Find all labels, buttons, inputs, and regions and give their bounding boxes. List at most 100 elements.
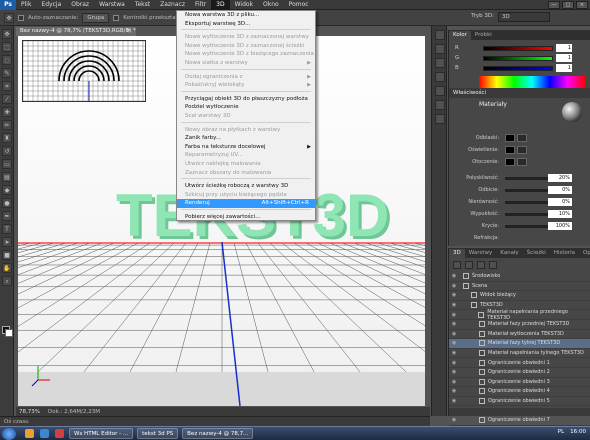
shape-tool[interactable]: ■ (2, 250, 12, 260)
menu-8[interactable]: Widok (230, 0, 258, 10)
zoom-level[interactable]: 78,73% (19, 409, 40, 415)
color-swatch[interactable] (505, 158, 515, 166)
folder-icon[interactable] (25, 429, 34, 438)
visibility-eye-icon[interactable]: ◉ (449, 369, 459, 375)
tab-color[interactable]: Kolor (449, 31, 471, 40)
visibility-eye-icon[interactable]: ◉ (449, 379, 459, 385)
menu-6[interactable]: Filtr (190, 0, 211, 10)
taskbar-task[interactable]: Ws HTML Editor - ... (69, 428, 134, 439)
auto-select-checkbox[interactable] (18, 14, 24, 21)
adjustments-panel-icon[interactable] (435, 86, 445, 96)
dodge-tool[interactable]: ● (2, 198, 12, 208)
blur-tool[interactable]: ◆ (2, 185, 12, 195)
color-swatch[interactable] (505, 134, 515, 142)
taskbar-task[interactable]: Bez nazwy-4 @ 78,7... (182, 428, 254, 439)
paragraph-panel-icon[interactable] (435, 72, 445, 82)
red-value[interactable]: 1 (556, 44, 572, 52)
visibility-eye-icon[interactable]: ◉ (449, 331, 459, 337)
scene-tree-item[interactable]: ◉ Scena (449, 282, 590, 292)
background-color-swatch[interactable] (5, 329, 13, 337)
scene-tree-item[interactable]: ◉ Materiał napełniania tylnego TEKST3D (449, 349, 590, 359)
secondary-view[interactable] (22, 40, 146, 102)
texture-swatch[interactable] (517, 158, 527, 166)
menu-3d-item[interactable]: Podziel wytłoczenie (177, 103, 315, 112)
mesh-filter-icon[interactable] (465, 261, 473, 269)
blue-value[interactable]: 1 (556, 64, 572, 72)
scene-tree-item[interactable]: ◉ Środowisko (449, 272, 590, 282)
scene-tree-item[interactable]: ◉ Materiał napełniania przedniego TEKST3D (449, 309, 590, 321)
scene-tree-item[interactable]: ◉ Materiał wytłoczenia TEKST3D (449, 330, 590, 340)
tab-4[interactable]: Historia (550, 249, 579, 258)
color-swatch[interactable] (505, 146, 515, 154)
scene-tree-item[interactable]: ◉ Materiał fazy przedniej TEKST3D (449, 320, 590, 330)
menu-3[interactable]: Warstwa (94, 0, 130, 10)
healing-tool[interactable]: ✚ (2, 107, 12, 117)
scene-tree-item[interactable]: ◉ Materiał fazy tylnej TEKST3D (449, 339, 590, 349)
menu-3d-item[interactable]: Nowa warstwa 3D z pliku... (177, 11, 315, 20)
menu-3d-item[interactable]: Farba na teksturze docelowej ▶ (177, 143, 315, 152)
texture-swatch[interactable] (517, 134, 527, 142)
scene-tree-item[interactable]: ◉ Widok bieżący (449, 291, 590, 301)
visibility-eye-icon[interactable]: ◉ (449, 273, 459, 279)
path-select-tool[interactable]: ➤ (2, 237, 12, 247)
document-info[interactable]: Dok.: 2,64M/2,23M (48, 409, 100, 415)
scene-tree-item[interactable]: ◉ Ograniczenie obwiedni 1 (449, 358, 590, 368)
brush-tool[interactable]: ✏ (2, 120, 12, 130)
property-value[interactable]: 20% (548, 174, 572, 182)
start-button[interactable] (2, 427, 16, 440)
visibility-eye-icon[interactable]: ◉ (449, 283, 459, 289)
menu-1[interactable]: Edycja (36, 0, 66, 10)
eyedropper-tool[interactable]: ⁄ (2, 94, 12, 104)
light-filter-icon[interactable] (489, 261, 497, 269)
minimize-button[interactable]: — (548, 1, 560, 9)
material-filter-icon[interactable] (477, 261, 485, 269)
menu-9[interactable]: Okno (258, 0, 284, 10)
clone-stamp-tool[interactable]: ♜ (2, 133, 12, 143)
menu-3d-item[interactable]: Utwórz ścieżkę roboczą z warstwy 3D (177, 182, 315, 191)
red-slider[interactable] (483, 45, 553, 51)
menu-4[interactable]: Tekst (130, 0, 155, 10)
brush-panel-icon[interactable] (435, 44, 445, 54)
pen-tool[interactable]: ✒ (2, 211, 12, 221)
history-brush-tool[interactable]: ↺ (2, 146, 12, 156)
language-indicator[interactable]: PL (558, 429, 564, 435)
property-value[interactable]: 0% (548, 198, 572, 206)
tab-2[interactable]: Kanały (496, 249, 523, 258)
property-value[interactable]: 100% (548, 222, 572, 230)
browser-icon[interactable] (40, 429, 49, 438)
scene-tree-item[interactable]: ◉ Ograniczenie obwiedni 5 (449, 397, 590, 407)
menu-3d-item[interactable]: Eksportuj warstwę 3D... (177, 20, 315, 29)
visibility-eye-icon[interactable]: ◉ (449, 398, 459, 404)
visibility-eye-icon[interactable]: ◉ (449, 302, 459, 308)
green-value[interactable]: 1 (556, 54, 572, 62)
tab-5[interactable]: Operacje (579, 249, 590, 258)
gradient-tool[interactable]: ▤ (2, 172, 12, 182)
visibility-eye-icon[interactable]: ◉ (449, 360, 459, 366)
workspace-select[interactable]: 3D (498, 12, 550, 22)
menu-3d-item[interactable]: Przyciągaj obiekt 3D do płaszczyzny podł… (177, 95, 315, 104)
property-value[interactable]: 10% (548, 210, 572, 218)
scene-tree-item[interactable]: ◉ Ograniczenie obwiedni 4 (449, 387, 590, 397)
tab-swatches[interactable]: Próbki (471, 31, 496, 40)
visibility-eye-icon[interactable]: ◉ (449, 388, 459, 394)
menu-3d-item[interactable]: Renderuj Alt+Shift+Ctrl+R (177, 199, 315, 208)
document-tab[interactable]: Bez nazwy-4 @ 78,7% (TEKST3D,RGB/8) * (16, 27, 136, 36)
maximize-button[interactable]: □ (562, 1, 574, 9)
menu-7[interactable]: 3D (211, 0, 230, 10)
blue-slider[interactable] (483, 65, 553, 71)
property-value[interactable]: 0% (548, 186, 572, 194)
menu-5[interactable]: Zaznacz (155, 0, 190, 10)
visibility-eye-icon[interactable]: ◉ (449, 321, 459, 327)
timeline-bar[interactable]: Oś czasu (0, 416, 430, 426)
tab-0[interactable]: 3D (449, 249, 465, 258)
visibility-eye-icon[interactable]: ◉ (449, 350, 459, 356)
material-preview-sphere[interactable] (562, 102, 582, 122)
menu-0[interactable]: Plik (16, 0, 36, 10)
notes-panel-icon[interactable] (435, 114, 445, 124)
green-slider[interactable] (483, 55, 553, 61)
scene-tree-item[interactable]: ◉ Ograniczenie obwiedni 2 (449, 368, 590, 378)
menu-3d-item[interactable]: Zanik farby... (177, 134, 315, 143)
taskbar-task[interactable]: tekst 3d PS (137, 428, 179, 439)
marquee-tool[interactable]: ⬚ (2, 42, 12, 52)
transform-controls-checkbox[interactable] (113, 14, 120, 21)
